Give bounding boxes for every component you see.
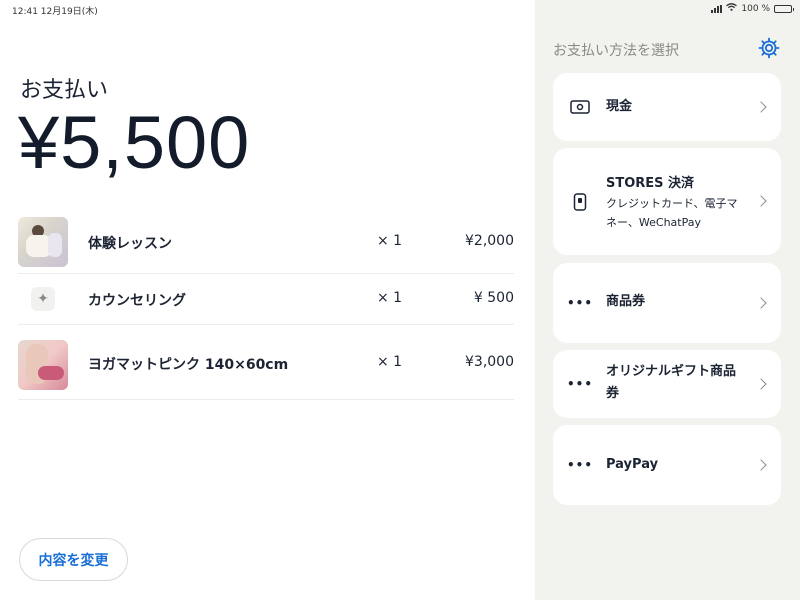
item-price: ¥3,000 (465, 354, 514, 370)
payment-option-subtitle: クレジットカード、電子マネー、WeChatPay (606, 197, 738, 229)
ellipsis-icon: ••• (567, 458, 594, 472)
item-thumbnail (18, 217, 68, 267)
ellipsis-icon: ••• (567, 296, 594, 310)
chevron-right-icon (755, 101, 767, 113)
item-thumbnail (18, 340, 68, 390)
item-name: カウンセリング (88, 293, 186, 309)
status-indicators: 100 % (711, 3, 794, 14)
item-price: ¥2,000 (465, 233, 514, 249)
cash-icon (570, 99, 590, 115)
signal-icon (711, 4, 723, 13)
battery-percentage: 100 % (741, 3, 770, 14)
item-list: 体験レッスン × 1 ¥2,000 ✦ カウンセリング × 1 ¥ 500 ヨガ… (18, 212, 514, 400)
wifi-icon (726, 3, 738, 14)
sparkle-icon: ✦ (31, 287, 55, 311)
chevron-right-icon (755, 459, 767, 471)
item-name: 体験レッスン (88, 236, 172, 252)
item-name: ヨガマットピンク 140×60cm (88, 357, 289, 373)
order-summary-pane: 12:41 12月19日(木) お支払い ¥5,500 体験レッスン × 1 ¥… (0, 0, 535, 600)
item-quantity: × 1 (377, 233, 403, 249)
list-item: ヨガマットピンク 140×60cm × 1 ¥3,000 (18, 325, 514, 400)
chevron-right-icon (755, 378, 767, 390)
payment-option-label: STORES 決済 (606, 176, 695, 191)
chevron-right-icon (755, 297, 767, 309)
ellipsis-icon: ••• (567, 377, 594, 391)
list-item: 体験レッスン × 1 ¥2,000 (18, 212, 514, 274)
chevron-right-icon (755, 195, 767, 207)
battery-icon (774, 4, 794, 13)
status-time: 12:41 12月19日(木) (12, 7, 98, 17)
payment-option-label: 現金 (606, 99, 633, 114)
payment-method-title: お支払い方法を選択 (553, 43, 679, 59)
item-quantity: × 1 (377, 290, 403, 306)
gear-icon[interactable] (757, 36, 781, 60)
payment-option-voucher[interactable]: ••• 商品券 (553, 263, 781, 343)
payment-option-cash[interactable]: 現金 (553, 73, 781, 141)
change-order-button[interactable]: 内容を変更 (19, 538, 128, 581)
payment-total: ¥5,500 (18, 101, 251, 184)
list-item: ✦ カウンセリング × 1 ¥ 500 (18, 274, 514, 325)
card-reader-icon (570, 193, 590, 211)
item-price: ¥ 500 (473, 290, 514, 306)
payment-option-label: オリジナルギフト商品券 (606, 364, 737, 401)
payment-option-original-gift[interactable]: ••• オリジナルギフト商品券 (553, 350, 781, 418)
payment-option-label: PayPay (606, 457, 659, 472)
payment-option-stores[interactable]: STORES 決済 クレジットカード、電子マネー、WeChatPay (553, 148, 781, 255)
item-quantity: × 1 (377, 354, 403, 370)
payment-option-paypay[interactable]: ••• PayPay (553, 425, 781, 505)
payment-method-pane: 100 % お支払い方法を選択 現金 STORES 決済 クレジットカード、電子… (535, 0, 800, 600)
payment-option-label: 商品券 (606, 294, 646, 309)
